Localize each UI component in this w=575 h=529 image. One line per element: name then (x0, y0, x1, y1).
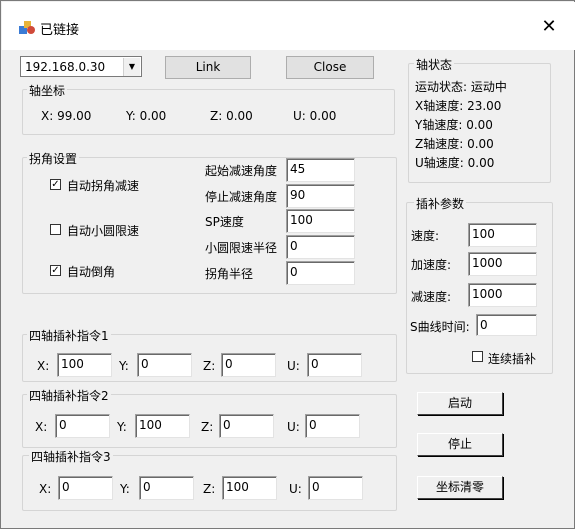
continuous-interp-checkbox[interactable] (472, 351, 483, 362)
cmd2-x-label: X: (35, 420, 48, 434)
cmd3-y-input[interactable]: 0 (139, 476, 194, 500)
coord-x: X: 99.00 (41, 109, 92, 123)
u-speed: U轴速度: 0.00 (415, 156, 495, 170)
axis-status-title: 轴状态 (414, 56, 455, 73)
auto-corner-decel-label: 自动拐角减速 (67, 179, 140, 193)
start-decel-angle-input[interactable]: 45 (286, 158, 355, 182)
corner-radius-input[interactable]: 0 (286, 261, 355, 285)
cmd2-z-input[interactable]: 0 (219, 414, 274, 438)
coord-z: Z: 0.00 (210, 109, 253, 123)
sp-speed-input[interactable]: 100 (286, 209, 355, 233)
cmd1-y-input[interactable]: 0 (137, 353, 192, 377)
s-curve-input[interactable]: 0 (476, 314, 537, 336)
axis-coords-title: 轴坐标 (27, 82, 68, 99)
s-curve-label: S曲线时间: (410, 320, 470, 334)
cmd3-y-label: Y: (120, 482, 130, 496)
cmd3-x-input[interactable]: 0 (58, 476, 113, 500)
cmd3-z-label: Z: (203, 482, 216, 496)
small-circle-radius-label: 小圆限速半径 (205, 241, 278, 255)
cmd1-x-label: X: (37, 359, 50, 373)
cmd2-y-input[interactable]: 100 (135, 414, 190, 438)
link-button[interactable]: Link (165, 56, 251, 79)
motion-status: 运动状态: 运动中 (415, 80, 507, 94)
ip-value: 192.168.0.30 (25, 60, 106, 74)
z-speed: Z轴速度: 0.00 (415, 137, 494, 151)
auto-small-circle-checkbox[interactable] (50, 224, 61, 235)
cmd3-title: 四轴插补指令3 (29, 448, 113, 465)
decel-input[interactable]: 1000 (468, 283, 537, 307)
close-button[interactable]: Close (286, 56, 374, 79)
close-icon[interactable]: ✕ (534, 12, 564, 42)
cmd1-z-input[interactable]: 0 (221, 353, 276, 377)
cmd2-title: 四轴插补指令2 (27, 387, 111, 404)
sp-speed-label: SP速度 (205, 215, 244, 229)
small-circle-radius-input[interactable]: 0 (286, 235, 355, 259)
auto-chamfer-label: 自动倒角 (67, 265, 116, 279)
cmd1-y-label: Y: (119, 359, 129, 373)
cmd3-u-input[interactable]: 0 (308, 476, 363, 500)
cmd1-u-label: U: (287, 359, 300, 373)
speed-label: 速度: (411, 229, 440, 243)
interp-params-title: 插补参数 (414, 195, 467, 212)
auto-corner-decel-checkbox[interactable]: ✓ (50, 179, 61, 190)
corner-radius-label: 拐角半径 (205, 267, 254, 281)
speed-input[interactable]: 100 (468, 223, 537, 247)
x-speed: X轴速度: 23.00 (415, 99, 502, 113)
cmd3-x-label: X: (39, 482, 52, 496)
start-button[interactable]: 启动 (417, 392, 503, 415)
clear-coords-button[interactable]: 坐标清零 (417, 476, 503, 499)
stop-decel-angle-input[interactable]: 90 (286, 184, 355, 208)
cmd3-u-label: U: (289, 482, 302, 496)
auto-small-circle-label: 自动小圆限速 (67, 224, 140, 238)
dialog-window: 已链接 ✕ 192.168.0.30 ▼ Link Close 轴坐标 X: 9… (0, 0, 575, 529)
coord-u: U: 0.00 (293, 109, 337, 123)
window-title: 已链接 (40, 23, 80, 38)
corner-settings-title: 拐角设置 (27, 150, 80, 167)
continuous-interp-label: 连续插补 (488, 352, 537, 366)
accel-label: 加速度: (411, 258, 452, 272)
cmd1-title: 四轴插补指令1 (27, 327, 111, 344)
cmd1-u-input[interactable]: 0 (307, 353, 362, 377)
coord-y: Y: 0.00 (126, 109, 167, 123)
cmd1-x-input[interactable]: 100 (57, 353, 112, 377)
start-decel-angle-label: 起始减速角度 (205, 164, 278, 178)
cmd2-u-label: U: (287, 420, 300, 434)
title-bar: 已链接 ✕ (2, 2, 575, 50)
stop-button[interactable]: 停止 (417, 433, 503, 456)
chevron-down-icon[interactable]: ▼ (123, 58, 140, 76)
auto-chamfer-checkbox[interactable]: ✓ (50, 265, 61, 276)
cmd1-z-label: Z: (203, 359, 216, 373)
cmd2-u-input[interactable]: 0 (305, 414, 360, 438)
cmd2-y-label: Y: (117, 420, 127, 434)
accel-input[interactable]: 1000 (468, 252, 537, 276)
decel-label: 减速度: (411, 290, 452, 304)
cmd3-z-input[interactable]: 100 (222, 476, 277, 500)
cmd2-z-label: Z: (201, 420, 214, 434)
stop-decel-angle-label: 停止减速角度 (205, 190, 278, 204)
cmd2-x-input[interactable]: 0 (55, 414, 110, 438)
app-icon (19, 21, 35, 34)
y-speed: Y轴速度: 0.00 (415, 118, 493, 132)
ip-combobox[interactable]: 192.168.0.30 ▼ (20, 56, 142, 77)
